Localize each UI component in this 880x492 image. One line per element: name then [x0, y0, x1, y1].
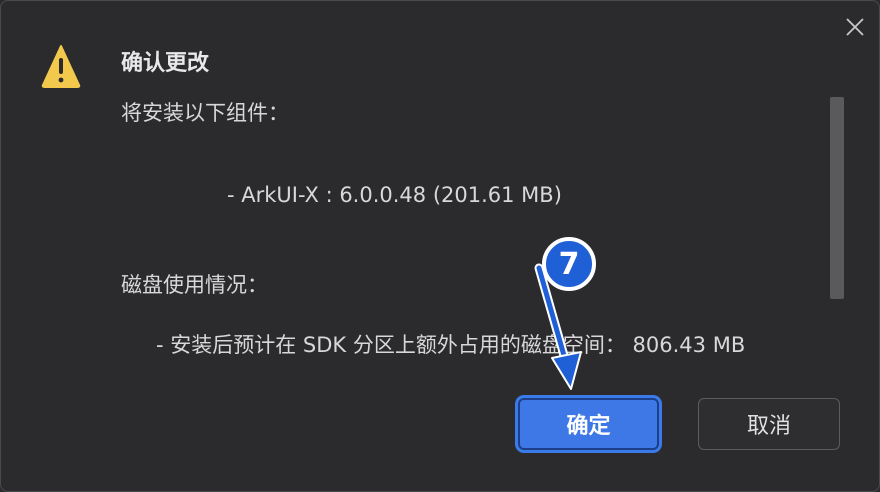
confirm-dialog: 确认更改 将安装以下组件： - ArkUI-X : 6.0.0.48 (201.…: [0, 0, 880, 492]
disk-usage-detail: - 安装后预计在 SDK 分区上额外占用的磁盘空间： 806.43 MB: [156, 333, 746, 357]
component-item: - ArkUI-X : 6.0.0.48 (201.61 MB): [227, 183, 562, 207]
cancel-button[interactable]: 取消: [698, 398, 840, 450]
disk-usage-heading: 磁盘使用情况：: [121, 273, 268, 297]
step-badge: 7: [542, 237, 596, 291]
warning-icon: [41, 45, 81, 88]
close-button[interactable]: [839, 11, 871, 43]
close-icon: [846, 18, 864, 36]
scrollbar[interactable]: [830, 97, 844, 299]
install-intro: 将安装以下组件：: [121, 101, 289, 125]
ok-button[interactable]: 确定: [518, 398, 659, 450]
dialog-title: 确认更改: [121, 51, 210, 76]
